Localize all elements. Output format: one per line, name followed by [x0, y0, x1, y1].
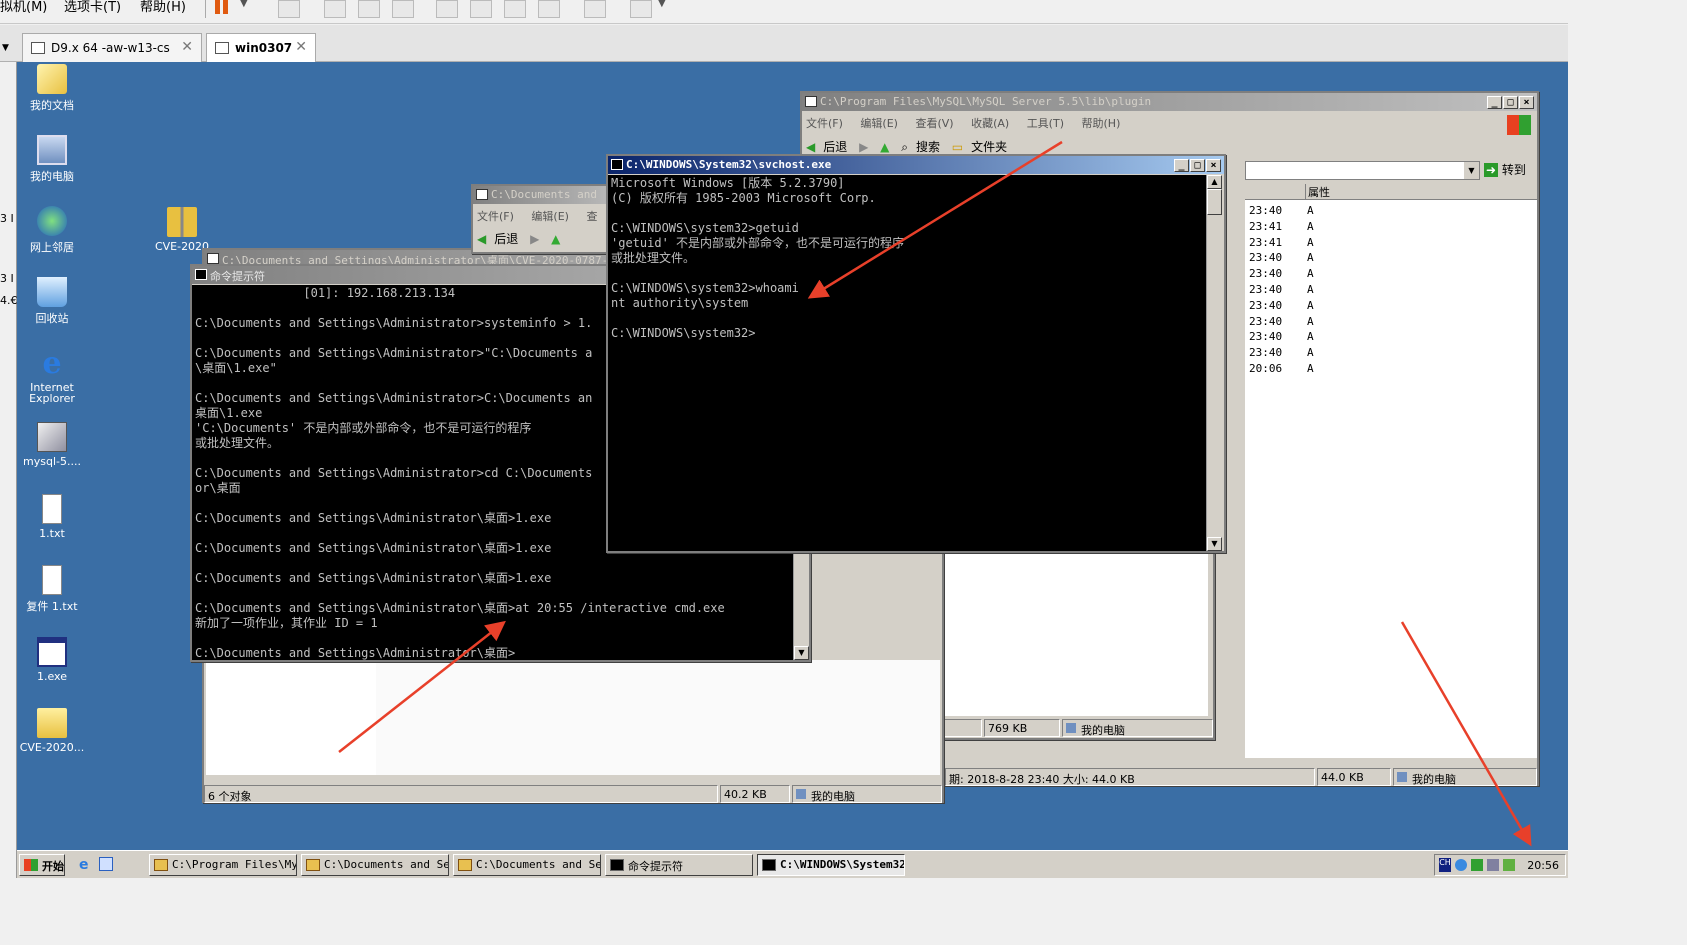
console-icon: [762, 859, 776, 871]
stretch-icon[interactable]: [630, 0, 652, 18]
taskbar-button-mysql-explorer[interactable]: C:\Program Files\My...: [149, 854, 297, 876]
taskbar-button-docs-explorer-1[interactable]: C:\Documents and Se...: [301, 854, 449, 876]
send-keys-icon[interactable]: [278, 0, 300, 18]
library-sidebar-collapsed[interactable]: 3 I 3 I 4.€: [0, 62, 18, 878]
taskbar-button-docs-explorer-2[interactable]: C:\Documents and Se...: [453, 854, 601, 876]
annotation-arrow-whoami: [807, 140, 1063, 299]
vm-menu-help[interactable]: 帮助(H): [140, 0, 186, 15]
vm-menu-bar: 拟机(M) 选项卡(T) 帮助(H) ▼ ▼: [0, 0, 1568, 24]
guest-desktop: 我的文档 我的电脑 网上邻居 回收站 e Internet Explorer m…: [17, 62, 1568, 850]
folder-icon: [458, 859, 472, 871]
taskbar-button-label: C:\Documents and Se...: [324, 858, 449, 871]
system-tray: CH 20:56: [1434, 854, 1566, 876]
chevron-down-icon[interactable]: ▼: [658, 0, 666, 9]
annotation-arrow-at-command: [338, 620, 506, 753]
tab-list-dropdown-icon[interactable]: ▼: [2, 43, 9, 53]
display-tray-icon[interactable]: [1487, 859, 1499, 871]
taskbar-button-label: C:\Program Files\My...: [172, 858, 297, 871]
taskbar-button-svchost[interactable]: C:\WINDOWS\System32...: [757, 854, 905, 876]
sidebar-glyph: 3 I: [0, 272, 14, 285]
vm-menu-vm[interactable]: 拟机(M): [0, 0, 47, 15]
annotation-arrow-clock: [1400, 621, 1532, 847]
vm-tab-label: D9.x 64 -aw-w13-cs: [51, 41, 170, 55]
ie-quicklaunch-icon[interactable]: e: [79, 857, 89, 873]
pause-icon-bar: [223, 0, 228, 14]
network-tray-icon[interactable]: [1455, 859, 1467, 871]
taskbar-button-label: C:\WINDOWS\System32...: [780, 858, 905, 871]
view-thumbnail-icon[interactable]: [470, 0, 492, 18]
close-icon[interactable]: ✕: [181, 39, 193, 55]
vm-tab-icon: [215, 42, 229, 54]
taskbar-button-label: 命令提示符: [628, 860, 683, 873]
tab-vm-d9[interactable]: D9.x 64 -aw-w13-cs ✕: [22, 33, 202, 62]
sidebar-glyph: 4.€: [0, 294, 18, 307]
security-tray-icon[interactable]: [1471, 859, 1483, 871]
tab-vm-win0307[interactable]: win0307 ✕: [206, 33, 316, 62]
console-view-icon[interactable]: [584, 0, 606, 18]
vm-tab-label: win0307: [235, 41, 293, 55]
menu-divider: [205, 0, 206, 18]
taskbar-button-label: C:\Documents and Se...: [476, 858, 601, 871]
revert-snapshot-icon[interactable]: [358, 0, 380, 18]
taskbar: 开始 e C:\Program Files\My... C:\Documents…: [17, 850, 1568, 878]
start-label: 开始: [42, 861, 64, 873]
volume-tray-icon[interactable]: [1503, 859, 1515, 871]
annotation-arrows: [338, 140, 1532, 847]
view-library-icon[interactable]: [436, 0, 458, 18]
snapshot-icon[interactable]: [324, 0, 346, 18]
chevron-down-icon[interactable]: ▼: [240, 0, 248, 9]
taskbar-button-cmd[interactable]: 命令提示符: [605, 854, 753, 876]
snapshot-manager-icon[interactable]: [392, 0, 414, 18]
folder-icon: [306, 859, 320, 871]
close-icon[interactable]: ✕: [295, 39, 307, 55]
show-desktop-icon[interactable]: [99, 857, 113, 871]
folder-icon: [154, 859, 168, 871]
console-icon: [610, 859, 624, 871]
clock[interactable]: 20:56: [1527, 859, 1559, 872]
start-button[interactable]: 开始: [19, 854, 65, 876]
windows-logo-icon: [24, 859, 38, 871]
pause-icon[interactable]: [215, 0, 220, 14]
sidebar-glyph: 3 I: [0, 212, 14, 225]
fullscreen-icon[interactable]: [504, 0, 526, 18]
vm-tab-bar: ▼ D9.x 64 -aw-w13-cs ✕ win0307 ✕: [0, 25, 1568, 62]
input-method-icon[interactable]: CH: [1439, 858, 1451, 872]
vm-menu-tabs[interactable]: 选项卡(T): [64, 0, 121, 15]
unity-icon[interactable]: [538, 0, 560, 18]
vm-tab-icon: [31, 42, 45, 54]
